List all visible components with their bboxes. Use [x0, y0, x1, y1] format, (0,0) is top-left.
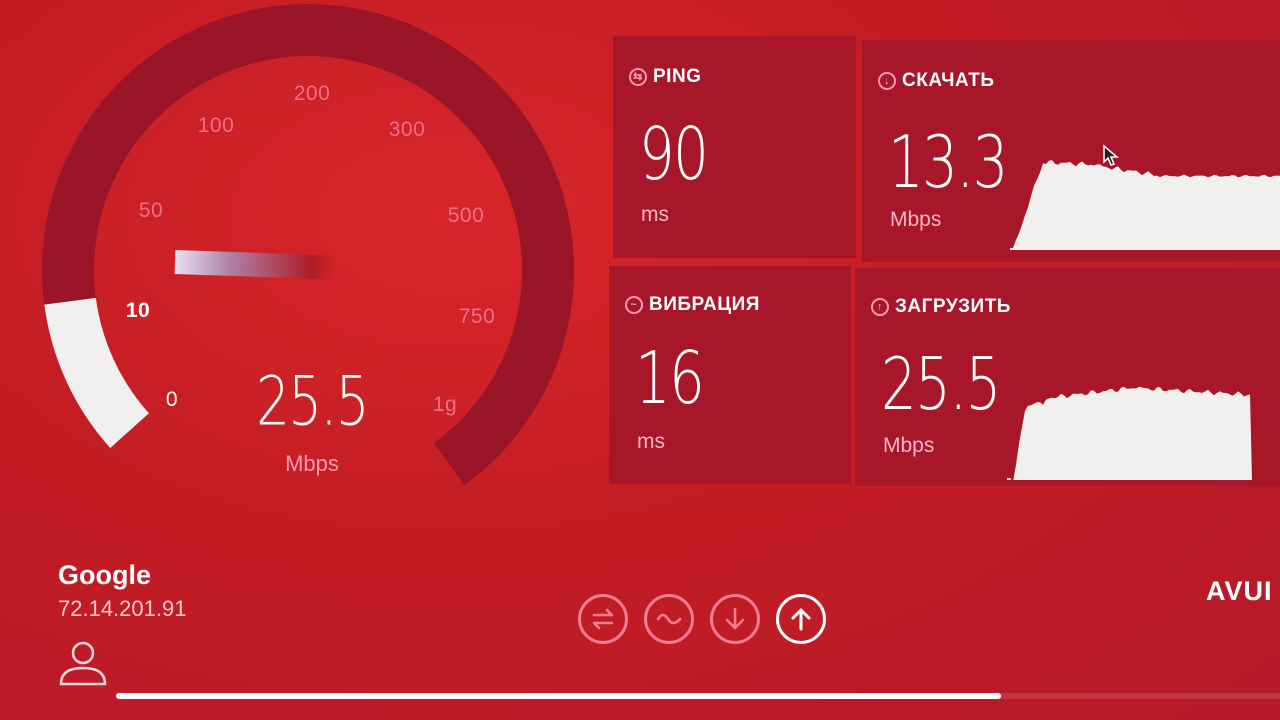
server-name: Google [58, 560, 151, 590]
upload-icon: ↑ [871, 298, 889, 316]
jitter-card: ~ ВИБРАЦИЯ 16 ms [609, 266, 851, 484]
ping-icon: ⇆ [629, 68, 647, 86]
upload-step[interactable] [776, 594, 826, 644]
progress-bar [116, 693, 1280, 699]
tick-label: 300 [388, 118, 426, 141]
brand-logo: AVUI [1206, 576, 1273, 606]
speed-gauge: 0 10 50 100 200 300 500 750 1g 25.5 Mbps [0, 0, 620, 520]
download-step[interactable] [710, 594, 760, 644]
tick-label: 1g [432, 393, 458, 416]
server-ip: 72.14.201.91 [58, 596, 187, 621]
upload-card: ↑ ЗАГРУЗИТЬ 25.5 Mbps [855, 268, 1280, 486]
tick-label: 0 [165, 388, 179, 411]
download-unit: Mbps [890, 208, 942, 231]
jitter-label-text: ВИБРАЦИЯ [649, 294, 760, 315]
download-graph [1010, 160, 1280, 250]
tick-label: 50 [138, 199, 164, 222]
upload-value: 25.5 [881, 342, 1001, 426]
tick-label: 500 [447, 204, 485, 227]
upload-unit: Mbps [883, 434, 935, 457]
ping-label-text: PING [653, 66, 702, 87]
gauge-unit: Mbps [285, 451, 339, 476]
ping-icon [592, 608, 614, 630]
jitter-label: ~ ВИБРАЦИЯ [625, 294, 760, 316]
download-card: ↓ СКАЧАТЬ 13.3 Mbps [862, 40, 1280, 262]
jitter-step[interactable] [644, 594, 694, 644]
ping-unit: ms [641, 203, 669, 226]
upload-icon [791, 608, 811, 631]
ping-value: 90 [639, 112, 709, 196]
upload-label-text: ЗАГРУЗИТЬ [895, 296, 1011, 317]
jitter-unit: ms [637, 430, 665, 453]
user-icon[interactable] [58, 640, 108, 686]
progress-fill [116, 693, 1001, 699]
tick-label: 750 [458, 305, 496, 328]
cursor-icon [1103, 144, 1120, 166]
tick-label: 100 [197, 114, 235, 137]
tick-label: 10 [125, 299, 151, 322]
ping-card: ⇆ PING 90 ms [613, 36, 856, 258]
gauge-value: 25.5 [256, 362, 369, 442]
ping-step[interactable] [578, 594, 628, 644]
upload-label: ↑ ЗАГРУЗИТЬ [871, 296, 1011, 318]
jitter-icon [656, 613, 682, 625]
download-value: 13.3 [888, 120, 1008, 204]
upload-graph [1007, 386, 1252, 480]
download-label: ↓ СКАЧАТЬ [878, 70, 994, 92]
test-steps [578, 594, 826, 644]
jitter-icon: ~ [625, 296, 643, 314]
download-icon: ↓ [878, 72, 896, 90]
ping-label: ⇆ PING [629, 66, 701, 88]
download-label-text: СКАЧАТЬ [902, 70, 995, 91]
tick-label: 200 [293, 82, 331, 105]
download-icon [725, 607, 745, 630]
jitter-value: 16 [635, 336, 705, 420]
